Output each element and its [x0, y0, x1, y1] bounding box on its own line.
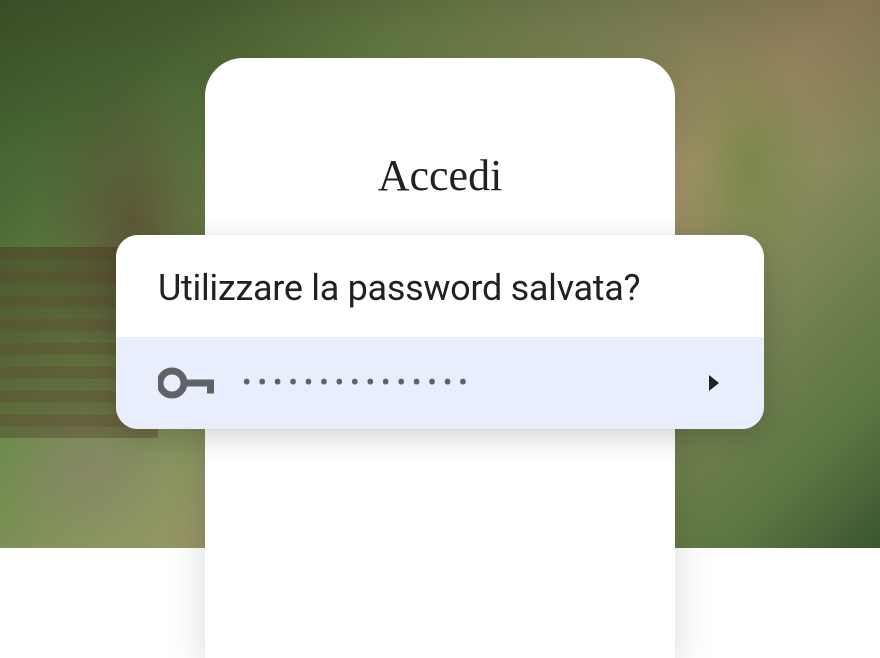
key-icon [158, 367, 216, 399]
saved-password-dialog: Utilizzare la password salvata? ••••••••… [116, 235, 764, 429]
password-entry-row[interactable]: ••••••••••••••• [116, 337, 764, 429]
page-title: Accedi [205, 150, 675, 201]
dialog-title: Utilizzare la password salvata? [116, 235, 764, 337]
chevron-right-icon [706, 373, 722, 393]
password-mask: ••••••••••••••• [242, 369, 680, 397]
